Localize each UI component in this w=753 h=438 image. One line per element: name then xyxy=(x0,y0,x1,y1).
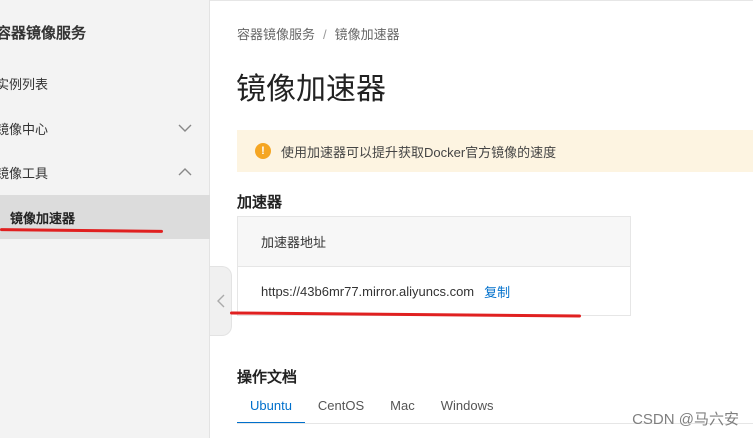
watermark: CSDN @马六安 xyxy=(632,411,739,428)
column-header-address: 加速器地址 xyxy=(261,235,327,250)
accelerator-section-title: 加速器 xyxy=(237,194,283,211)
chevron-left-icon xyxy=(216,294,224,308)
tab-mac[interactable]: Mac xyxy=(377,396,428,424)
docs-section-title: 操作文档 xyxy=(237,369,298,386)
docs-tabs: Ubuntu CentOS Mac Windows xyxy=(237,396,506,424)
chevron-down-icon xyxy=(178,124,192,132)
tab-ubuntu[interactable]: Ubuntu xyxy=(237,396,305,424)
sidebar-item-label: 镜像工具 xyxy=(0,165,49,181)
sidebar-collapse-handle[interactable] xyxy=(210,266,232,336)
info-notice: ! 使用加速器可以提升获取Docker官方镜像的速度 xyxy=(237,130,753,172)
breadcrumb-root[interactable]: 容器镜像服务 xyxy=(237,27,315,42)
accelerator-table-row: https://43b6mr77.mirror.aliyuncs.com 复制 xyxy=(238,267,630,316)
sidebar-item-instance-list[interactable]: 实例列表 xyxy=(0,68,210,98)
breadcrumb-separator: / xyxy=(323,27,327,42)
sidebar-item-image-tools[interactable]: 镜像工具 xyxy=(0,157,210,187)
sidebar-item-label: 镜像中心 xyxy=(0,121,49,137)
accelerator-table-header: 加速器地址 xyxy=(238,217,630,267)
accelerator-url: https://43b6mr77.mirror.aliyuncs.com xyxy=(261,284,475,299)
sidebar-title: 容器镜像服务 xyxy=(0,25,87,42)
breadcrumb: 容器镜像服务 / 镜像加速器 xyxy=(237,24,400,43)
breadcrumb-current: 镜像加速器 xyxy=(334,27,400,42)
sidebar-item-image-accelerator[interactable]: 镜像加速器 xyxy=(0,195,210,239)
sidebar: 容器镜像服务 实例列表 镜像中心 镜像工具 镜像加速器 xyxy=(0,0,210,438)
tab-windows[interactable]: Windows xyxy=(428,396,507,424)
chevron-up-icon xyxy=(178,168,192,176)
sidebar-item-label: 镜像加速器 xyxy=(10,210,76,226)
notice-text: 使用加速器可以提升获取Docker官方镜像的速度 xyxy=(281,144,557,160)
copy-link[interactable]: 复制 xyxy=(484,282,510,301)
info-icon: ! xyxy=(255,143,271,159)
sidebar-item-label: 实例列表 xyxy=(0,76,49,92)
tab-centos[interactable]: CentOS xyxy=(305,396,377,424)
screenshot: 容器镜像服务 实例列表 镜像中心 镜像工具 镜像加速器 容器镜像服务 / 镜像加速器… xyxy=(0,0,753,438)
sidebar-item-image-center[interactable]: 镜像中心 xyxy=(0,113,210,143)
page-title: 镜像加速器 xyxy=(236,73,386,106)
accelerator-table: 加速器地址 https://43b6mr77.mirror.aliyuncs.c… xyxy=(237,216,631,316)
